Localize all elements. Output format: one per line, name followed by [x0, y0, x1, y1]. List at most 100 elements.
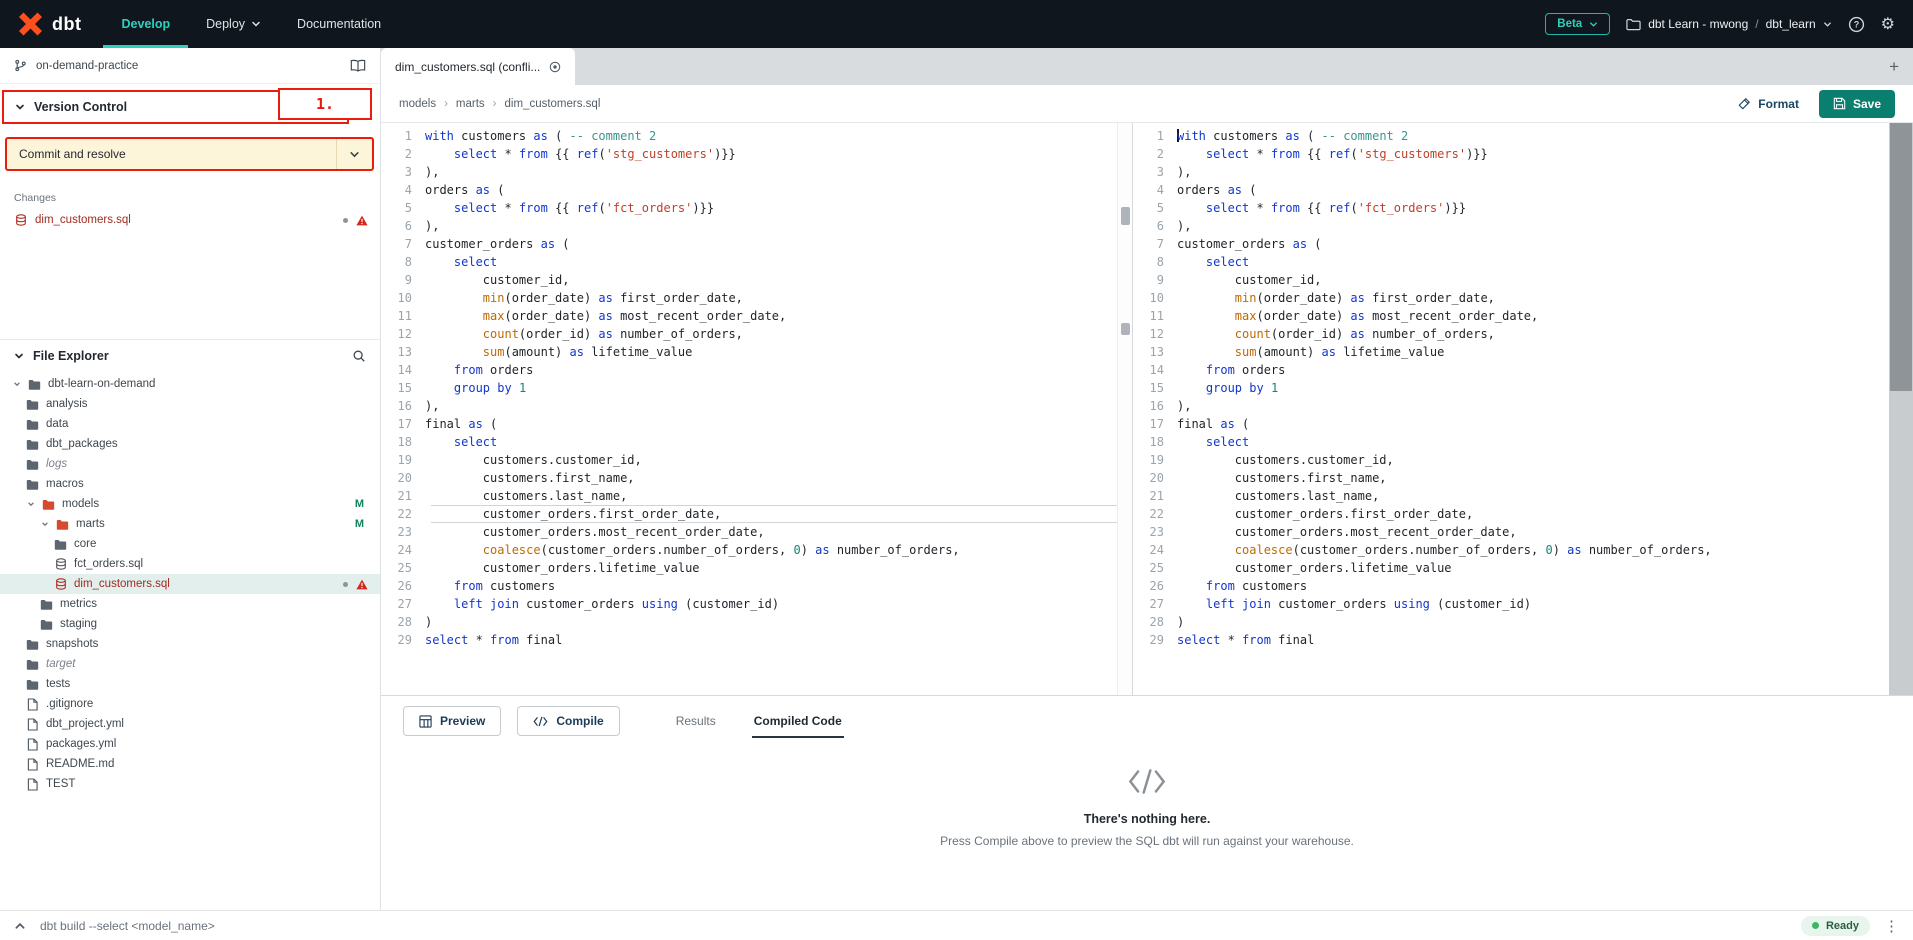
- code-line[interactable]: 11 max(order_date) as most_recent_order_…: [1133, 307, 1889, 325]
- search-icon[interactable]: [352, 349, 366, 363]
- code-line[interactable]: 27 left join customer_orders using (cust…: [381, 595, 1117, 613]
- code-line[interactable]: 12 count(order_id) as number_of_orders,: [381, 325, 1117, 343]
- breadcrumb-models[interactable]: models: [399, 98, 436, 110]
- code-line[interactable]: 10 min(order_date) as first_order_date,: [1133, 289, 1889, 307]
- code-line[interactable]: 19 customers.customer_id,: [1133, 451, 1889, 469]
- tree-item-marts[interactable]: martsM: [0, 514, 380, 534]
- tree-item-metrics[interactable]: metrics: [0, 594, 380, 614]
- code-line[interactable]: 1with customers as ( -- comment 2: [1133, 127, 1889, 145]
- new-tab-plus-icon[interactable]: +: [1875, 57, 1913, 77]
- command-input-hint[interactable]: dbt build --select <model_name>: [40, 919, 215, 933]
- left-pane-scrollbar[interactable]: [1117, 123, 1133, 695]
- code-line[interactable]: 4orders as (: [381, 181, 1117, 199]
- commit-options-caret[interactable]: [336, 139, 372, 169]
- code-line[interactable]: 21 customers.last_name,: [1133, 487, 1889, 505]
- code-line[interactable]: 11 max(order_date) as most_recent_order_…: [381, 307, 1117, 325]
- code-line[interactable]: 17final as (: [381, 415, 1117, 433]
- code-line[interactable]: 28): [1133, 613, 1889, 631]
- project-name[interactable]: dbt_learn: [1766, 17, 1816, 31]
- code-line[interactable]: 10 min(order_date) as first_order_date,: [381, 289, 1117, 307]
- code-line[interactable]: 24 coalesce(customer_orders.number_of_or…: [381, 541, 1117, 559]
- tree-item-README.md[interactable]: README.md: [0, 754, 380, 774]
- tree-item-core[interactable]: core: [0, 534, 380, 554]
- scrollbar-thumb[interactable]: [1121, 207, 1130, 225]
- tree-item-macros[interactable]: macros: [0, 474, 380, 494]
- compile-button[interactable]: Compile: [517, 706, 619, 736]
- code-line[interactable]: 2 select * from {{ ref('stg_customers')}…: [1133, 145, 1889, 163]
- tree-item-data[interactable]: data: [0, 414, 380, 434]
- code-line[interactable]: 16),: [1133, 397, 1889, 415]
- collapse-panel-icon[interactable]: [14, 920, 26, 932]
- preview-button[interactable]: Preview: [403, 706, 501, 736]
- tree-item-models[interactable]: modelsM: [0, 494, 380, 514]
- gear-icon[interactable]: ⚙: [1881, 14, 1895, 34]
- tree-item-analysis[interactable]: analysis: [0, 394, 380, 414]
- editor-pane-right[interactable]: 1with customers as ( -- comment 22 selec…: [1133, 123, 1889, 695]
- breadcrumb-marts[interactable]: marts: [436, 98, 485, 110]
- code-line[interactable]: 6),: [381, 217, 1117, 235]
- tree-item-dbt-learn-on-demand[interactable]: dbt-learn-on-demand: [0, 374, 380, 394]
- code-line[interactable]: 27 left join customer_orders using (cust…: [1133, 595, 1889, 613]
- tree-item-.gitignore[interactable]: .gitignore: [0, 694, 380, 714]
- nav-deploy[interactable]: Deploy: [188, 0, 279, 48]
- tree-item-target[interactable]: target: [0, 654, 380, 674]
- code-line[interactable]: 29select * from final: [1133, 631, 1889, 649]
- code-line[interactable]: 15 group by 1: [1133, 379, 1889, 397]
- tree-item-TEST[interactable]: TEST: [0, 774, 380, 794]
- code-line[interactable]: 8 select: [381, 253, 1117, 271]
- code-line[interactable]: 12 count(order_id) as number_of_orders,: [1133, 325, 1889, 343]
- editor-pane-left[interactable]: 1with customers as ( -- comment 22 selec…: [381, 123, 1117, 695]
- code-line[interactable]: 4orders as (: [1133, 181, 1889, 199]
- code-line[interactable]: 1with customers as ( -- comment 2: [381, 127, 1117, 145]
- code-line[interactable]: 23 customer_orders.most_recent_order_dat…: [1133, 523, 1889, 541]
- breadcrumb-file[interactable]: dim_customers.sql: [485, 98, 601, 110]
- chevron-down-icon[interactable]: [1823, 20, 1832, 29]
- tree-item-dim_customers.sql[interactable]: dim_customers.sql: [0, 574, 380, 594]
- tab-dim-customers-sql[interactable]: dim_customers.sql (confli...: [381, 48, 575, 85]
- code-line[interactable]: 29select * from final: [381, 631, 1117, 649]
- save-button[interactable]: Save: [1819, 90, 1895, 118]
- tree-item-dbt_project.yml[interactable]: dbt_project.yml: [0, 714, 380, 734]
- code-line[interactable]: 21 customers.last_name,: [381, 487, 1117, 505]
- code-line[interactable]: 20 customers.first_name,: [1133, 469, 1889, 487]
- kebab-menu-icon[interactable]: ⋮: [1884, 917, 1899, 935]
- code-line[interactable]: 19 customers.customer_id,: [381, 451, 1117, 469]
- code-line[interactable]: 20 customers.first_name,: [381, 469, 1117, 487]
- scrollbar-thumb[interactable]: [1890, 123, 1912, 391]
- account-name[interactable]: dbt Learn - mwong: [1648, 17, 1748, 31]
- beta-toggle[interactable]: Beta: [1545, 13, 1610, 35]
- code-line[interactable]: 14 from orders: [1133, 361, 1889, 379]
- code-line[interactable]: 6),: [1133, 217, 1889, 235]
- tree-item-snapshots[interactable]: snapshots: [0, 634, 380, 654]
- code-line[interactable]: 26 from customers: [1133, 577, 1889, 595]
- format-button[interactable]: Format: [1738, 97, 1799, 111]
- code-line[interactable]: 13 sum(amount) as lifetime_value: [1133, 343, 1889, 361]
- code-line[interactable]: 18 select: [381, 433, 1117, 451]
- code-line[interactable]: 5 select * from {{ ref('fct_orders')}}: [1133, 199, 1889, 217]
- code-line[interactable]: 25 customer_orders.lifetime_value: [1133, 559, 1889, 577]
- code-line[interactable]: 7customer_orders as (: [381, 235, 1117, 253]
- file-explorer-header[interactable]: File Explorer: [0, 340, 380, 372]
- tree-item-fct_orders.sql[interactable]: fct_orders.sql: [0, 554, 380, 574]
- code-line[interactable]: 18 select: [1133, 433, 1889, 451]
- tree-item-tests[interactable]: tests: [0, 674, 380, 694]
- code-line[interactable]: 5 select * from {{ ref('fct_orders')}}: [381, 199, 1117, 217]
- code-line[interactable]: 9 customer_id,: [381, 271, 1117, 289]
- code-line[interactable]: 24 coalesce(customer_orders.number_of_or…: [1133, 541, 1889, 559]
- code-line[interactable]: 3),: [1133, 163, 1889, 181]
- code-line[interactable]: 2 select * from {{ ref('stg_customers')}…: [381, 145, 1117, 163]
- help-icon[interactable]: ?: [1848, 16, 1865, 33]
- tree-item-packages.yml[interactable]: packages.yml: [0, 734, 380, 754]
- code-line[interactable]: 13 sum(amount) as lifetime_value: [381, 343, 1117, 361]
- dbt-logo[interactable]: dbt: [0, 12, 103, 37]
- code-line[interactable]: 7customer_orders as (: [1133, 235, 1889, 253]
- nav-develop[interactable]: Develop: [103, 0, 188, 48]
- code-line[interactable]: 25 customer_orders.lifetime_value: [381, 559, 1117, 577]
- commit-and-resolve-button[interactable]: Commit and resolve: [5, 137, 374, 171]
- tree-item-logs[interactable]: logs: [0, 454, 380, 474]
- branch-name[interactable]: on-demand-practice: [36, 60, 138, 72]
- tree-item-dbt_packages[interactable]: dbt_packages: [0, 434, 380, 454]
- nav-documentation[interactable]: Documentation: [279, 0, 399, 48]
- docs-icon[interactable]: [350, 59, 366, 72]
- changed-file-dim_customers.sql[interactable]: dim_customers.sql: [0, 211, 380, 229]
